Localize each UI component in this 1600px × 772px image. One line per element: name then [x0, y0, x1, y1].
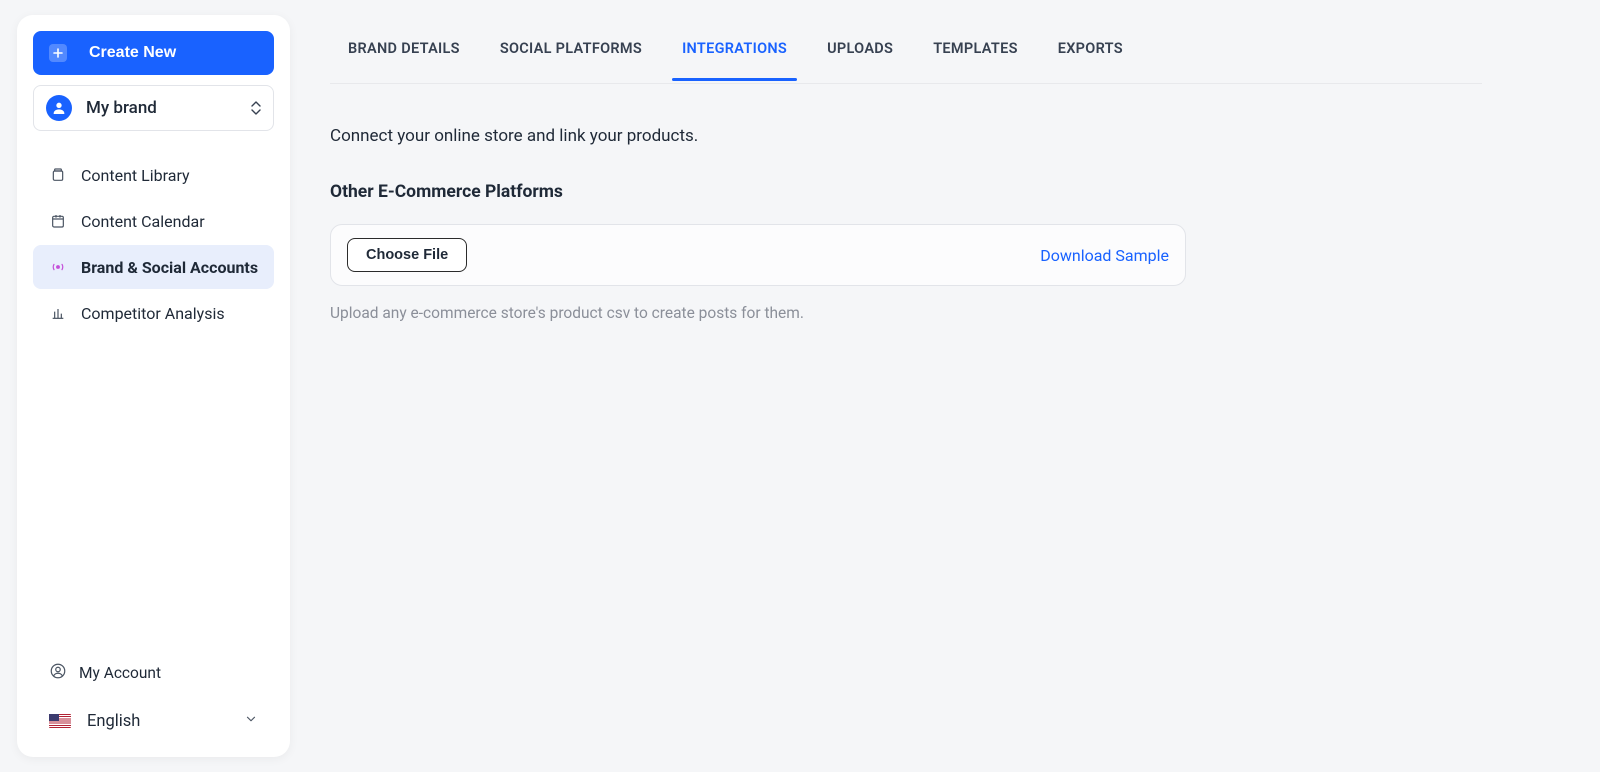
tab-brand-details[interactable]: BRAND DETAILS — [346, 40, 462, 80]
download-sample-link[interactable]: Download Sample — [1040, 246, 1169, 265]
sidebar-item-label: Content Calendar — [81, 212, 205, 231]
language-selector[interactable]: English — [35, 701, 274, 741]
flag-icon — [49, 714, 71, 728]
tab-exports[interactable]: EXPORTS — [1056, 40, 1125, 80]
sidebar-item-content-calendar[interactable]: Content Calendar — [33, 199, 274, 243]
create-new-label: Create New — [89, 44, 176, 62]
page-description: Connect your online store and link your … — [330, 126, 1540, 146]
tab-social-platforms[interactable]: SOCIAL PLATFORMS — [498, 40, 644, 80]
library-icon — [49, 166, 67, 184]
chart-icon — [49, 304, 67, 322]
tab-integrations[interactable]: INTEGRATIONS — [680, 40, 789, 80]
user-icon — [49, 662, 67, 684]
chevron-down-icon — [244, 712, 258, 731]
choose-file-button[interactable]: Choose File — [347, 238, 467, 272]
broadcast-icon — [49, 258, 67, 276]
plus-icon — [49, 44, 67, 62]
sidebar-item-label: Content Library — [81, 166, 190, 185]
sidebar: Create New My brand Content Library Cont… — [17, 15, 290, 757]
up-down-icon — [249, 101, 263, 115]
tab-templates[interactable]: TEMPLATES — [931, 40, 1020, 80]
calendar-icon — [49, 212, 67, 230]
create-new-button[interactable]: Create New — [33, 31, 274, 75]
brand-avatar-icon — [46, 95, 72, 121]
brand-name-label: My brand — [86, 98, 235, 118]
sidebar-item-label: Brand & Social Accounts — [81, 258, 258, 277]
main-panel: BRAND DETAILS SOCIAL PLATFORMS INTEGRATI… — [290, 0, 1600, 772]
sidebar-item-label: Competitor Analysis — [81, 304, 225, 323]
sidebar-nav: Content Library Content Calendar Brand &… — [33, 153, 274, 335]
my-account-link[interactable]: My Account — [35, 655, 274, 691]
tab-uploads[interactable]: UPLOADS — [825, 40, 895, 80]
my-account-label: My Account — [79, 664, 161, 682]
brand-selector[interactable]: My brand — [33, 85, 274, 131]
section-title: Other E-Commerce Platforms — [330, 182, 1540, 202]
tabs: BRAND DETAILS SOCIAL PLATFORMS INTEGRATI… — [330, 40, 1482, 84]
language-label: English — [87, 712, 228, 731]
sidebar-item-content-library[interactable]: Content Library — [33, 153, 274, 197]
upload-box: Choose File Download Sample — [330, 224, 1186, 286]
sidebar-bottom: My Account English — [33, 655, 274, 741]
sidebar-item-competitor-analysis[interactable]: Competitor Analysis — [33, 291, 274, 335]
sidebar-item-brand-social[interactable]: Brand & Social Accounts — [33, 245, 274, 289]
upload-hint: Upload any e-commerce store's product cs… — [330, 304, 1540, 322]
